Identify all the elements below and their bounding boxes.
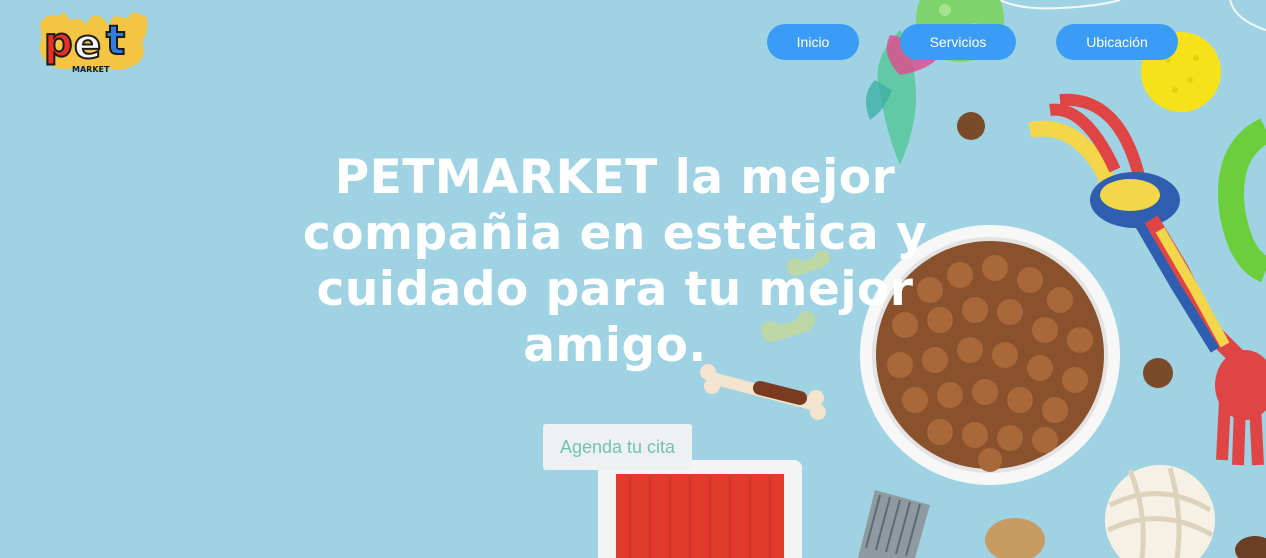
hero-section: p e t MARKET Inicio Servicios Ubicación … — [0, 0, 1266, 558]
agenda-cita-button[interactable]: Agenda tu cita — [543, 424, 692, 470]
nav-inicio-button[interactable]: Inicio — [767, 24, 859, 60]
ring-toy-icon — [1218, 118, 1266, 283]
svg-text:t: t — [106, 18, 125, 64]
svg-text:e: e — [74, 22, 101, 68]
nav-servicios-button[interactable]: Servicios — [900, 24, 1016, 60]
rope-ball-icon — [1105, 465, 1215, 558]
svg-text:MARKET: MARKET — [72, 65, 110, 74]
nav-ubicacion-button[interactable]: Ubicación — [1056, 24, 1178, 60]
grooming-brush-icon — [598, 460, 802, 558]
hero-headline: PETMARKET la mejor compañia en estetica … — [302, 150, 928, 373]
svg-text:p: p — [44, 20, 73, 66]
pet-market-logo-icon[interactable]: p e t MARKET — [36, 10, 152, 74]
comb-icon — [858, 490, 930, 558]
